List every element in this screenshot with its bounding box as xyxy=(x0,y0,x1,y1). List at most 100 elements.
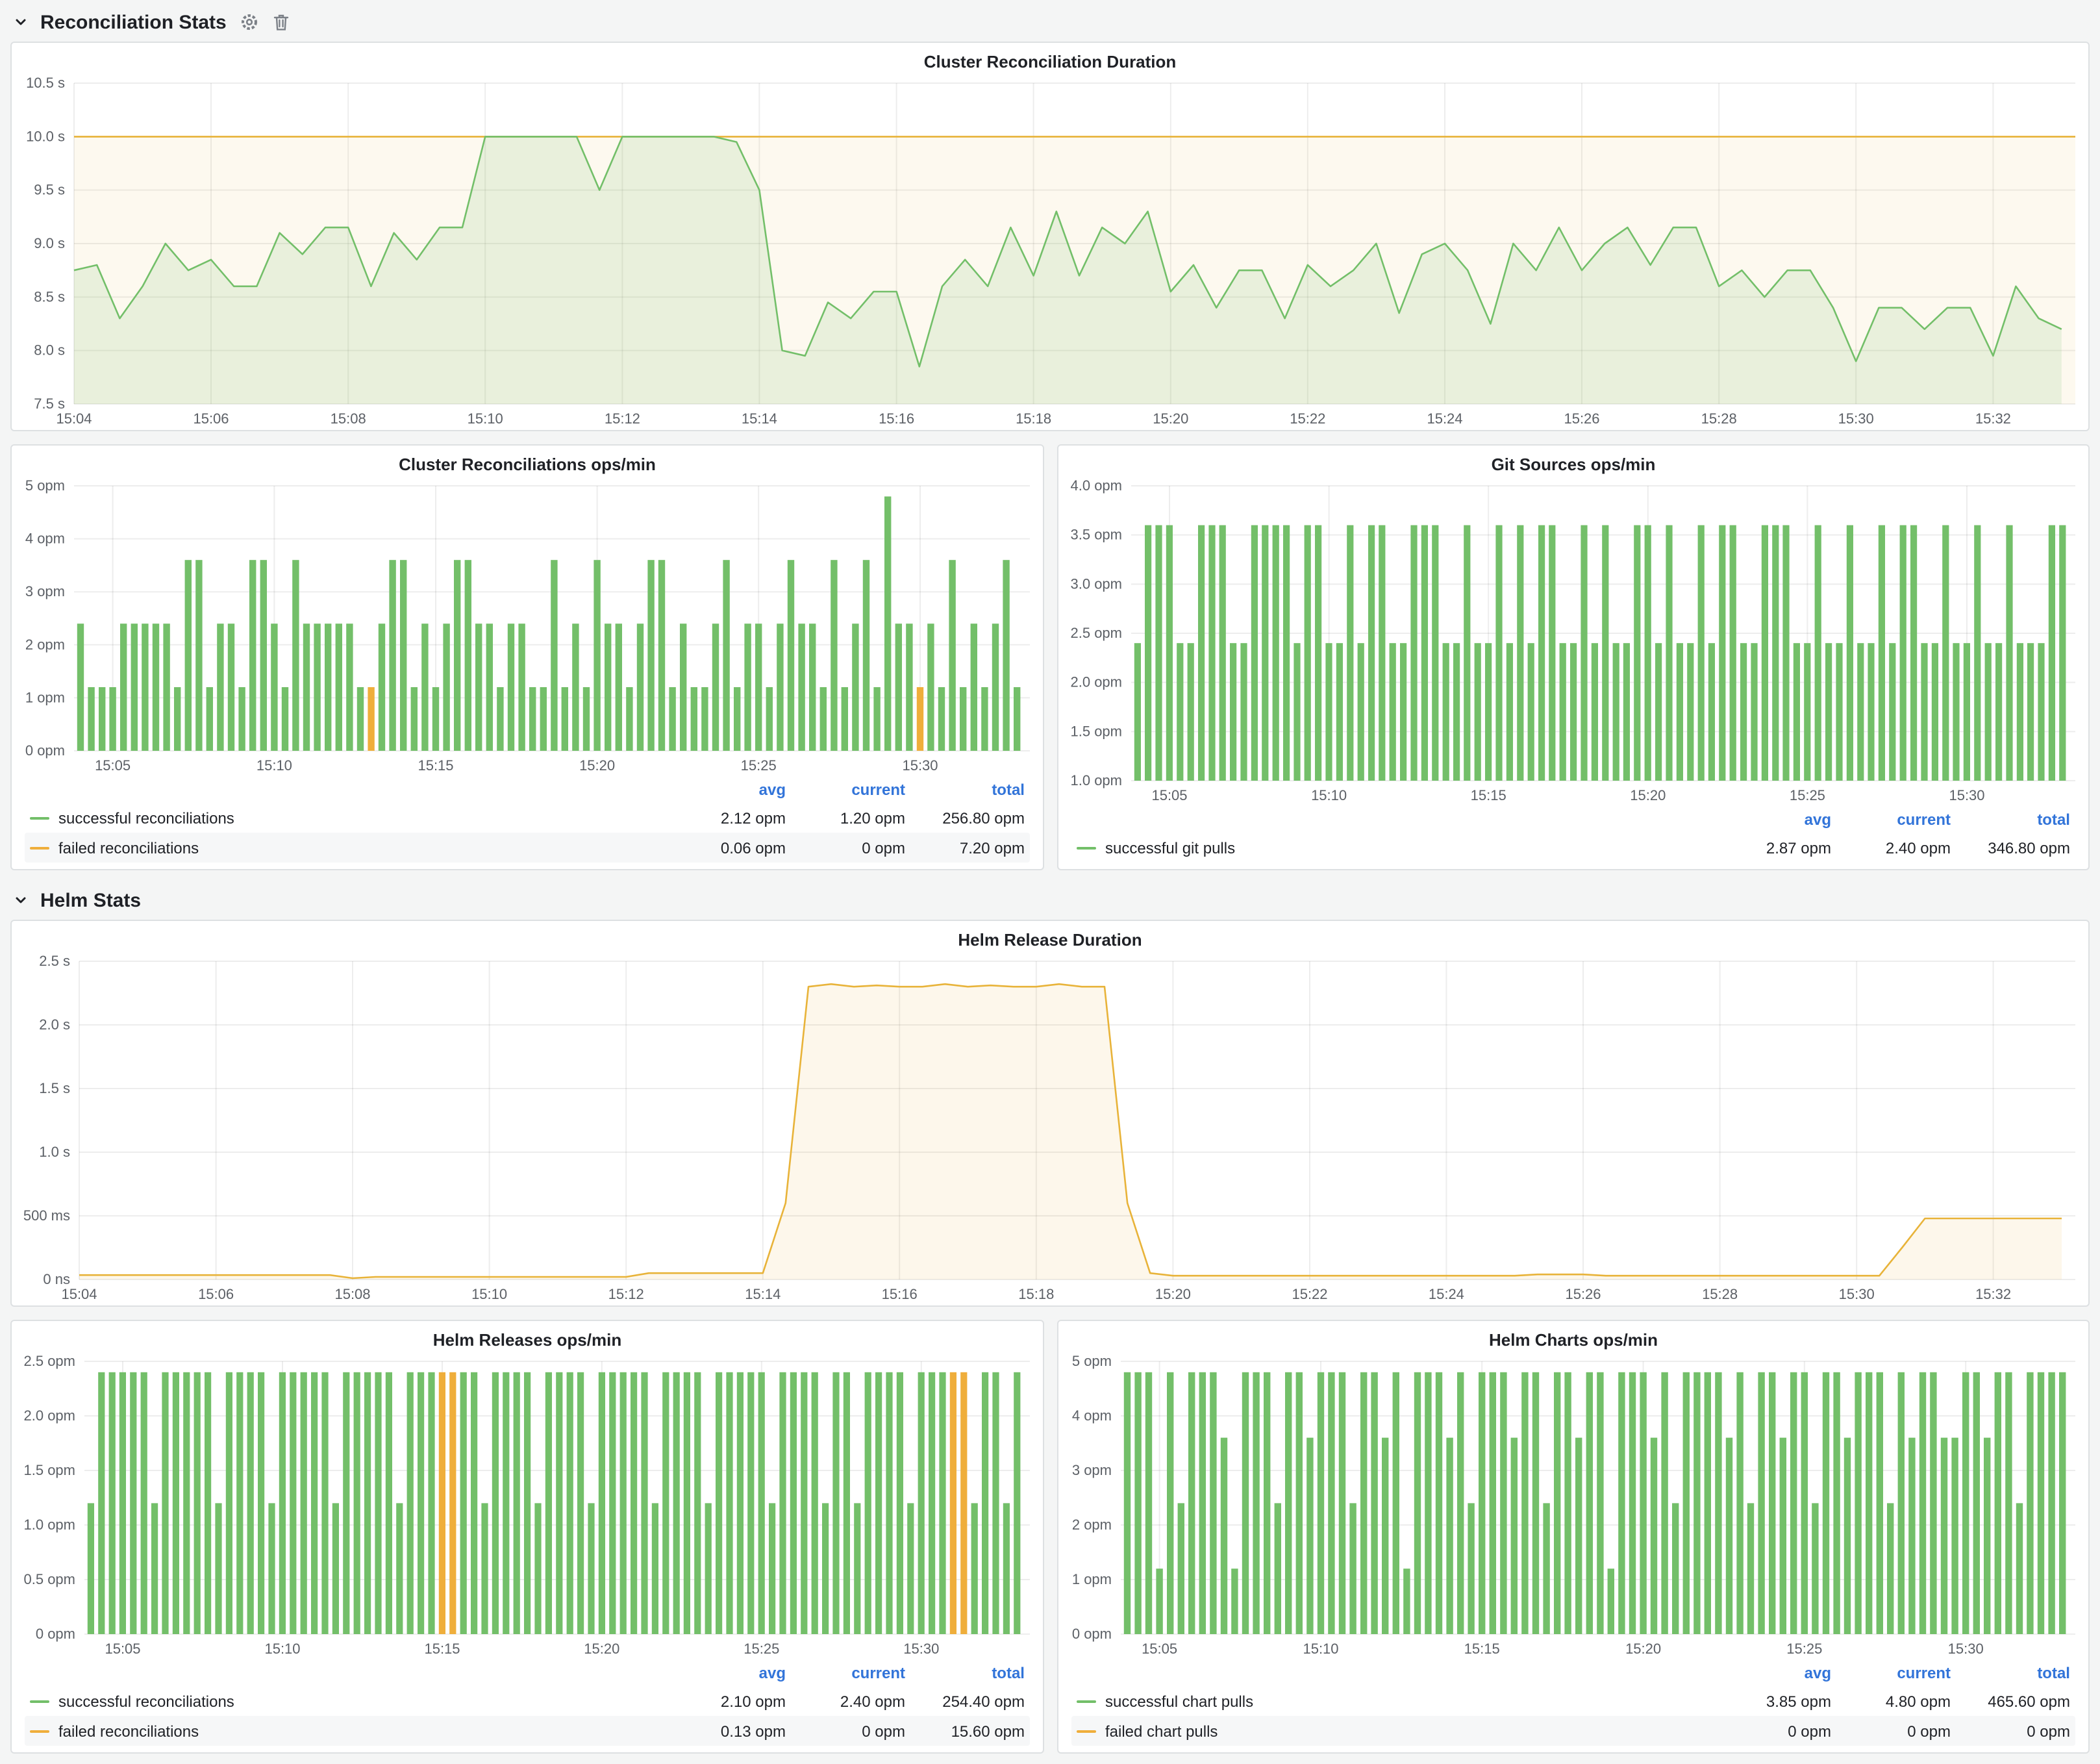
svg-text:10.0 s: 10.0 s xyxy=(26,128,65,144)
legend-avg-value: 0 opm xyxy=(1712,1722,1831,1740)
trash-icon[interactable] xyxy=(273,13,290,31)
panel-title[interactable]: Git Sources ops/min xyxy=(1058,446,2088,475)
section-reconciliation-stats[interactable]: Reconciliation Stats xyxy=(10,3,2090,42)
svg-text:5 opm: 5 opm xyxy=(25,477,65,494)
svg-text:3 opm: 3 opm xyxy=(25,583,65,599)
legend-total-value: 0 opm xyxy=(1951,1722,2070,1740)
legend-col-total[interactable]: total xyxy=(905,781,1025,799)
legend-avg-value: 0.13 opm xyxy=(666,1722,786,1740)
svg-text:1.5 s: 1.5 s xyxy=(39,1080,70,1096)
svg-text:15:25: 15:25 xyxy=(1790,787,1825,803)
legend-current-value: 4.80 opm xyxy=(1831,1692,1951,1710)
legend-total-value: 7.20 opm xyxy=(905,838,1025,857)
legend-col-avg[interactable]: avg xyxy=(1712,1664,1831,1682)
legend-col-current[interactable]: current xyxy=(1831,811,1951,829)
svg-text:15:08: 15:08 xyxy=(334,1286,370,1302)
series-color-dash-icon xyxy=(30,846,49,849)
legend-header: avg current total xyxy=(1071,1660,2075,1686)
legend-col-total[interactable]: total xyxy=(905,1664,1025,1682)
chevron-down-icon[interactable] xyxy=(13,14,29,30)
chart-helm-charts-ops[interactable]: 0 opm1 opm2 opm3 opm4 opm5 opm15:0515:10… xyxy=(1058,1351,2088,1660)
panel-title[interactable]: Helm Release Duration xyxy=(12,921,2088,951)
svg-text:9.5 s: 9.5 s xyxy=(34,182,65,198)
panel-helm-releases-ops: Helm Releases ops/min 0 opm0.5 opm1.0 op… xyxy=(10,1320,1044,1754)
chevron-down-icon[interactable] xyxy=(13,892,29,908)
legend-col-current[interactable]: current xyxy=(786,1664,905,1682)
legend-total-value: 256.80 opm xyxy=(905,809,1025,827)
svg-text:15:20: 15:20 xyxy=(1153,410,1188,427)
legend-total-value: 254.40 opm xyxy=(905,1692,1025,1710)
section-title: Helm Stats xyxy=(40,889,141,911)
svg-text:15:10: 15:10 xyxy=(468,410,503,427)
panel-git-sources-ops: Git Sources ops/min 1.0 opm1.5 opm2.0 op… xyxy=(1057,444,2090,870)
chart-helm-release-duration[interactable]: 0 ns500 ms1.0 s1.5 s2.0 s2.5 s15:0415:06… xyxy=(12,951,2088,1305)
legend-col-current[interactable]: current xyxy=(786,781,905,799)
svg-text:7.5 s: 7.5 s xyxy=(34,396,65,412)
svg-text:2 opm: 2 opm xyxy=(25,636,65,653)
legend-series-label[interactable]: failed chart pulls xyxy=(1077,1722,1712,1740)
svg-text:15:05: 15:05 xyxy=(105,1641,140,1657)
svg-text:15:16: 15:16 xyxy=(882,1286,918,1302)
svg-text:10.5 s: 10.5 s xyxy=(26,75,65,91)
panel-title[interactable]: Cluster Reconciliation Duration xyxy=(12,43,2088,73)
panel-title[interactable]: Cluster Reconciliations ops/min xyxy=(12,446,1043,475)
legend-series-label[interactable]: successful git pulls xyxy=(1077,838,1712,857)
gear-icon[interactable] xyxy=(241,13,259,31)
legend-series-label[interactable]: successful reconciliations xyxy=(30,809,666,827)
section-helm-stats[interactable]: Helm Stats xyxy=(10,881,2090,920)
svg-text:2.0 s: 2.0 s xyxy=(39,1016,70,1033)
svg-text:15:22: 15:22 xyxy=(1290,410,1325,427)
legend-current-value: 2.40 opm xyxy=(786,1692,905,1710)
svg-text:500 ms: 500 ms xyxy=(23,1207,70,1224)
legend-col-avg[interactable]: avg xyxy=(666,781,786,799)
svg-text:15:04: 15:04 xyxy=(61,1286,97,1302)
legend-series-label[interactable]: failed reconciliations xyxy=(30,1722,666,1740)
svg-text:9.0 s: 9.0 s xyxy=(34,235,65,251)
legend-total-value: 465.60 opm xyxy=(1951,1692,2070,1710)
svg-text:15:20: 15:20 xyxy=(1155,1286,1191,1302)
svg-text:4 opm: 4 opm xyxy=(1072,1407,1112,1424)
svg-text:15:14: 15:14 xyxy=(745,1286,781,1302)
chart-cluster-reconciliation-duration[interactable]: 7.5 s8.0 s8.5 s9.0 s9.5 s10.0 s10.5 s15:… xyxy=(12,73,2088,430)
svg-text:3 opm: 3 opm xyxy=(1072,1462,1112,1478)
svg-text:0 opm: 0 opm xyxy=(1072,1626,1112,1642)
chart-cluster-reconciliations-ops[interactable]: 0 opm1 opm2 opm3 opm4 opm5 opm15:0515:10… xyxy=(12,475,1043,777)
legend-series-label[interactable]: failed reconciliations xyxy=(30,838,666,857)
svg-text:4.0 opm: 4.0 opm xyxy=(1071,477,1123,494)
svg-text:15:10: 15:10 xyxy=(256,757,292,774)
legend-row: failed chart pulls 0 opm 0 opm 0 opm xyxy=(1071,1716,2075,1746)
svg-text:15:26: 15:26 xyxy=(1564,410,1599,427)
svg-text:15:25: 15:25 xyxy=(744,1641,779,1657)
legend-current-value: 2.40 opm xyxy=(1831,838,1951,857)
panel-title[interactable]: Helm Charts ops/min xyxy=(1058,1321,2088,1351)
legend-col-total[interactable]: total xyxy=(1951,1664,2070,1682)
svg-text:4 opm: 4 opm xyxy=(25,531,65,547)
legend-col-current[interactable]: current xyxy=(1831,1664,1951,1682)
svg-text:15:30: 15:30 xyxy=(1949,787,1984,803)
svg-text:15:20: 15:20 xyxy=(579,757,615,774)
legend-col-avg[interactable]: avg xyxy=(1712,811,1831,829)
chart-git-sources-ops[interactable]: 1.0 opm1.5 opm2.0 opm2.5 opm3.0 opm3.5 o… xyxy=(1058,475,2088,807)
svg-text:15:12: 15:12 xyxy=(608,1286,644,1302)
legend-col-avg[interactable]: avg xyxy=(666,1664,786,1682)
svg-text:1 opm: 1 opm xyxy=(1072,1571,1112,1587)
legend-col-total[interactable]: total xyxy=(1951,811,2070,829)
panel-helm-release-duration: Helm Release Duration 0 ns500 ms1.0 s1.5… xyxy=(10,920,2090,1307)
svg-text:15:20: 15:20 xyxy=(1630,787,1666,803)
panel-helm-charts-ops: Helm Charts ops/min 0 opm1 opm2 opm3 opm… xyxy=(1057,1320,2090,1754)
section-title: Reconciliation Stats xyxy=(40,11,227,33)
series-color-dash-icon xyxy=(1077,846,1096,849)
svg-text:15:04: 15:04 xyxy=(56,410,92,427)
svg-text:15:06: 15:06 xyxy=(193,410,229,427)
legend-series-label[interactable]: successful reconciliations xyxy=(30,1692,666,1710)
legend-avg-value: 0.06 opm xyxy=(666,838,786,857)
svg-text:3.5 opm: 3.5 opm xyxy=(1071,527,1123,543)
svg-text:15:32: 15:32 xyxy=(1975,410,2011,427)
svg-text:8.5 s: 8.5 s xyxy=(34,288,65,305)
chart-helm-releases-ops[interactable]: 0 opm0.5 opm1.0 opm1.5 opm2.0 opm2.5 opm… xyxy=(12,1351,1043,1660)
series-color-dash-icon xyxy=(1077,1700,1096,1702)
svg-text:15:08: 15:08 xyxy=(331,410,366,427)
panel-title[interactable]: Helm Releases ops/min xyxy=(12,1321,1043,1351)
legend-series-label[interactable]: successful chart pulls xyxy=(1077,1692,1712,1710)
svg-text:15:18: 15:18 xyxy=(1018,1286,1054,1302)
